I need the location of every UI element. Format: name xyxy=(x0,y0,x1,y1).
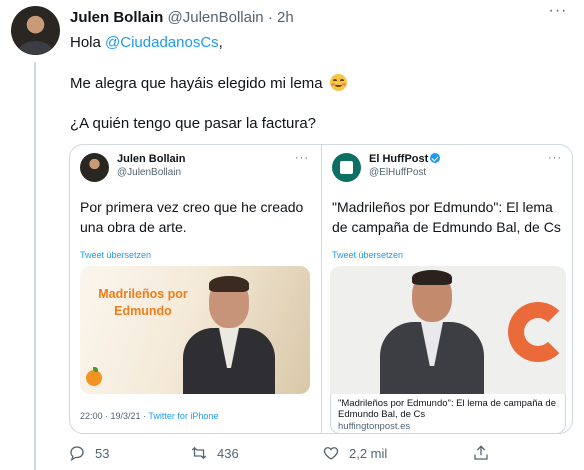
link-preview: "Madrileños por Edmundo": El lema de cam… xyxy=(330,394,566,433)
embedded-author-handle: @JulenBollain xyxy=(117,167,182,178)
tweet-line-2: Me alegra que hayáis elegido mi lema xyxy=(70,74,347,94)
retweet-count: 436 xyxy=(217,445,239,461)
screenshot-right: El HuffPost @ElHuffPost ··· "Madrileños … xyxy=(322,145,572,433)
header-separator: · xyxy=(267,9,273,26)
embedded-translate-link: Tweet übersetzen xyxy=(80,250,152,260)
tweet-actions: 53 436 2,2 mil xyxy=(60,440,570,466)
reply-count: 53 xyxy=(95,445,110,461)
cs-logo-icon xyxy=(508,302,566,362)
embedded-source: Twitter for iPhone xyxy=(148,411,219,421)
embedded-more-icon: ··· xyxy=(295,152,309,164)
share-icon xyxy=(474,445,488,460)
embedded-timestamp: 22:00 · 19/3/21 · xyxy=(80,411,149,421)
embedded-author-name: El HuffPost xyxy=(369,153,441,165)
embedded-author-name: Julen Bollain xyxy=(117,153,186,165)
tweet-line-greeting: Hola @CiudadanosCs, xyxy=(70,33,223,53)
embedded-author-handle: @ElHuffPost xyxy=(369,167,427,178)
man-portrait xyxy=(183,276,275,394)
verified-badge-icon xyxy=(430,153,441,163)
tweet-time[interactable]: 2h xyxy=(277,9,294,26)
like-count: 2,2 mil xyxy=(349,445,388,461)
embedded-tweet-text: Por primera vez creo que he creado una o… xyxy=(80,199,304,235)
embedded-campaign-image: Madrileños por Edmundo xyxy=(80,266,310,394)
author-handle[interactable]: @JulenBollain xyxy=(168,9,264,26)
tweet-text-2: Me alegra que hayáis elegido mi lema xyxy=(70,75,323,92)
reply-icon xyxy=(70,446,84,462)
mention-link[interactable]: @CiudadanosCs xyxy=(105,34,219,51)
retweet-button[interactable]: 436 xyxy=(190,440,239,466)
reply-button[interactable]: 53 xyxy=(68,440,109,466)
screenshot-left: Julen Bollain @JulenBollain ··· Por prim… xyxy=(70,145,321,433)
embedded-more-icon: ··· xyxy=(548,152,562,164)
more-options-icon[interactable]: ··· xyxy=(546,3,570,21)
tweet-line-3: ¿A quién tengo que pasar la factura? xyxy=(70,115,317,132)
link-preview-domain: huffingtonpost.es xyxy=(338,421,411,432)
campaign-slogan: Madrileños por Edmundo xyxy=(98,287,188,318)
embedded-translate-link: Tweet übersetzen xyxy=(332,250,404,260)
author-avatar[interactable] xyxy=(11,6,60,55)
share-button[interactable] xyxy=(472,440,490,466)
orange-icon xyxy=(86,367,102,386)
heart-icon xyxy=(323,447,339,460)
embedded-tweet-text: "Madrileños por Edmundo": El lema de cam… xyxy=(332,199,561,235)
thread-line xyxy=(34,62,36,470)
greeting-text: Hola xyxy=(70,34,106,51)
embedded-news-image xyxy=(330,266,566,394)
greeting-punctuation: , xyxy=(218,34,223,51)
retweet-icon xyxy=(191,446,207,460)
tweet-photo[interactable]: Julen Bollain @JulenBollain ··· Por prim… xyxy=(69,144,573,434)
smiling-face-emoji-icon xyxy=(329,74,347,91)
huffpost-name: El HuffPost xyxy=(369,153,429,165)
embedded-avatar xyxy=(80,153,109,182)
man-portrait xyxy=(380,270,484,394)
embedded-tweet-meta: 22:00 · 19/3/21 · Twitter for iPhone xyxy=(80,411,218,421)
tweet-header: Julen Bollain @JulenBollain · 2h xyxy=(70,9,544,26)
like-button[interactable]: 2,2 mil xyxy=(322,440,387,466)
huffpost-logo-icon xyxy=(332,153,361,182)
link-preview-title: "Madrileños por Edmundo": El lema de cam… xyxy=(338,398,556,420)
author-name[interactable]: Julen Bollain xyxy=(70,9,163,26)
